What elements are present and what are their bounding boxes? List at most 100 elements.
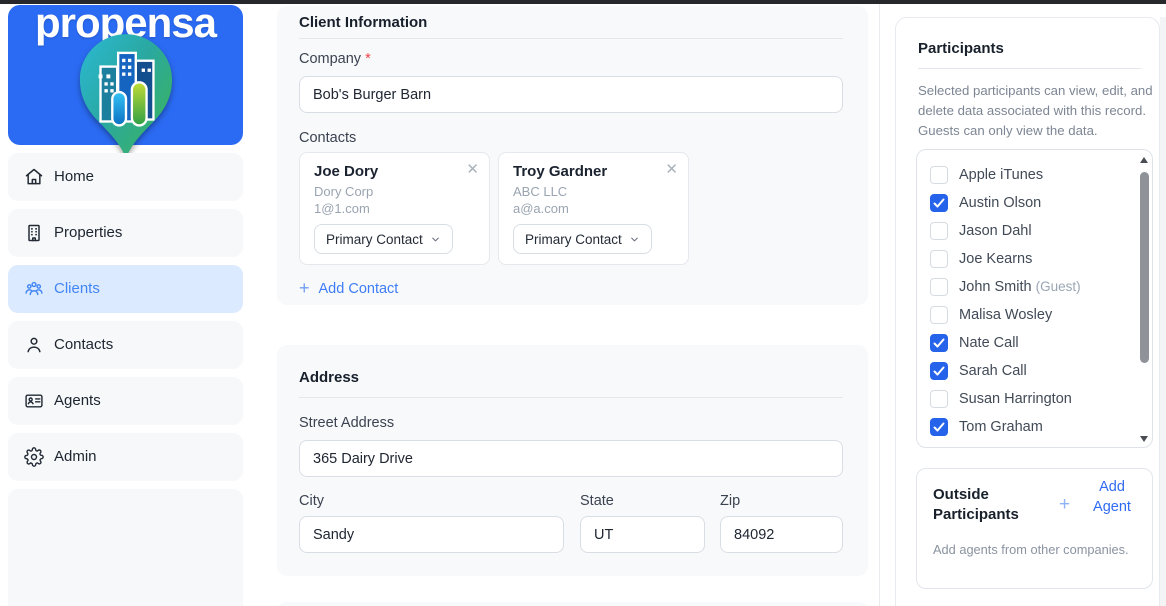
section-title: Address [299, 369, 359, 386]
participant-name: Sarah Call [959, 357, 1027, 385]
participant-name: Joe Kearns [959, 245, 1032, 273]
participant-checkbox[interactable] [930, 166, 948, 184]
participant-list: Apple iTunes Austin Olson Jason Dahl Joe… [916, 149, 1153, 448]
participant-name: Susan Harrington [959, 385, 1072, 413]
participant-name: Nate Call [959, 329, 1019, 357]
contact-role-value: Primary Contact [525, 232, 622, 247]
app-window: propensa [0, 0, 1166, 606]
chevron-down-icon [430, 234, 441, 245]
participant-row[interactable]: Malisa Wosley [917, 301, 1132, 329]
people-group-icon [24, 279, 44, 299]
participant-name: Malisa Wosley [959, 301, 1052, 329]
plus-icon: + [299, 278, 310, 299]
next-section-partial-card [277, 602, 868, 606]
contact-company: Dory Corp [314, 184, 373, 199]
home-icon [24, 167, 44, 187]
section-divider [299, 38, 843, 39]
participant-checkbox[interactable] [930, 306, 948, 324]
main-right-divider [879, 4, 880, 606]
sidebar-item-admin[interactable]: Admin [8, 433, 243, 481]
section-title: Client Information [299, 14, 427, 31]
participant-checkbox[interactable] [930, 390, 948, 408]
section-divider [918, 68, 1141, 69]
participant-row[interactable]: Sarah Call [917, 357, 1132, 385]
participant-checkbox[interactable] [930, 418, 948, 436]
contact-name: Joe Dory [314, 163, 378, 180]
sidebar-item-contacts[interactable]: Contacts [8, 321, 243, 369]
add-contact-button[interactable]: + Add Contact [299, 278, 398, 299]
person-icon [24, 335, 44, 355]
street-address-label: Street Address [299, 415, 394, 431]
plus-icon: + [1059, 494, 1070, 516]
participants-panel: Participants Selected participants can v… [895, 17, 1160, 606]
sidebar-item-label: Contacts [54, 321, 113, 369]
company-label: Company * [299, 51, 371, 67]
participant-name: Austin Olson [959, 189, 1041, 217]
sidebar-item-agents[interactable]: Agents [8, 377, 243, 425]
participant-name: John Smith (Guest) [959, 273, 1081, 301]
sidebar-item-home[interactable]: Home [8, 153, 243, 201]
section-divider [299, 397, 843, 398]
participant-name: Tom Graham [959, 413, 1043, 441]
sidebar-item-properties[interactable]: Properties [8, 209, 243, 257]
building-icon [24, 223, 44, 243]
participant-checkbox[interactable] [930, 334, 948, 352]
city-label: City [299, 493, 324, 509]
participant-row[interactable]: Apple iTunes [917, 161, 1132, 189]
participant-checkbox[interactable] [930, 250, 948, 268]
sidebar-item-label: Agents [54, 377, 101, 425]
state-input[interactable] [580, 516, 705, 553]
close-icon[interactable]: ✕ [466, 161, 479, 179]
contact-email: 1@1.com [314, 201, 370, 216]
page-background-strip [1160, 17, 1166, 606]
list-scrollbar[interactable] [1138, 151, 1151, 448]
outside-participants-card: Outside Participants + Add Agent Add age… [916, 468, 1153, 589]
propensa-logo: propensa [8, 5, 243, 145]
contact-name: Troy Gardner [513, 163, 607, 180]
zip-label: Zip [720, 493, 740, 509]
id-card-icon [24, 391, 44, 411]
client-information-section: Client Information Company * Contacts Jo… [277, 6, 868, 305]
street-address-input[interactable] [299, 440, 843, 477]
contact-email: a@a.com [513, 201, 569, 216]
add-contact-label: Add Contact [319, 281, 399, 297]
sidebar-item-label: Home [54, 153, 94, 201]
scroll-down-icon[interactable] [1140, 436, 1148, 442]
participant-row[interactable]: John Smith (Guest) [917, 273, 1132, 301]
required-asterisk: * [365, 51, 371, 67]
participant-row[interactable]: Tom Graham [917, 413, 1132, 441]
contact-role-dropdown[interactable]: Primary Contact [314, 224, 453, 254]
sidebar-item-label: Properties [54, 209, 122, 257]
contact-company: ABC LLC [513, 184, 567, 199]
contact-card: Troy Gardner ✕ ABC LLC a@a.com Primary C… [498, 152, 689, 265]
sidebar-empty-card [8, 489, 243, 606]
participant-name: Jason Dahl [959, 217, 1032, 245]
gear-icon [24, 447, 44, 467]
company-input[interactable] [299, 76, 843, 113]
participant-checkbox[interactable] [930, 362, 948, 380]
sidebar: propensa [0, 4, 260, 606]
participant-row[interactable]: Nate Call [917, 329, 1132, 357]
contact-card: Joe Dory ✕ Dory Corp 1@1.com Primary Con… [299, 152, 490, 265]
participant-name: Apple iTunes [959, 161, 1043, 189]
participant-checkbox[interactable] [930, 194, 948, 212]
participants-title: Participants [918, 40, 1004, 57]
contact-role-value: Primary Contact [326, 232, 423, 247]
outside-participants-title: Outside Participants [933, 485, 1045, 525]
participant-row[interactable]: Susan Harrington [917, 385, 1132, 413]
sidebar-item-label: Admin [54, 433, 97, 481]
sidebar-item-clients[interactable]: Clients [8, 265, 243, 313]
participant-checkbox[interactable] [930, 278, 948, 296]
participant-row[interactable]: Austin Olson [917, 189, 1132, 217]
participant-row[interactable]: Joe Kearns [917, 245, 1132, 273]
contact-role-dropdown[interactable]: Primary Contact [513, 224, 652, 254]
participant-row[interactable]: Jason Dahl [917, 217, 1132, 245]
scroll-up-icon[interactable] [1140, 157, 1148, 163]
city-input[interactable] [299, 516, 564, 553]
scrollbar-thumb[interactable] [1140, 172, 1149, 363]
add-agent-button[interactable]: Add Agent [1081, 477, 1143, 517]
close-icon[interactable]: ✕ [665, 161, 678, 179]
map-pin-buildings-icon [77, 31, 175, 161]
participant-checkbox[interactable] [930, 222, 948, 240]
zip-input[interactable] [720, 516, 843, 553]
